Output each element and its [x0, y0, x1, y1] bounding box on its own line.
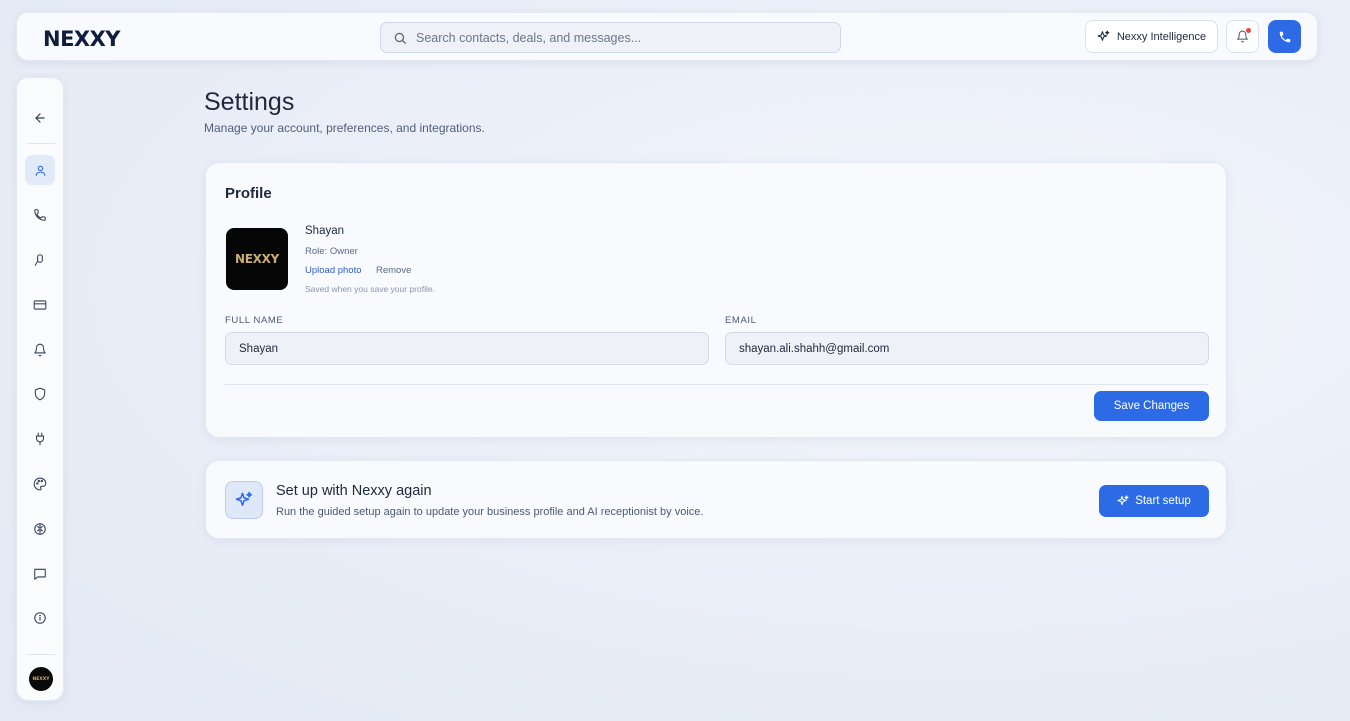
plug-icon [35, 432, 45, 446]
sidebar-item-integrations[interactable] [25, 424, 55, 454]
profile-card: Profile NEXXY Shayan Role: Owner Upload … [205, 162, 1227, 438]
app-logo[interactable]: NEXXY [43, 27, 121, 51]
search-icon [394, 32, 406, 44]
message-icon [34, 568, 46, 580]
shield-icon [34, 387, 46, 401]
profile-role: Role: Owner [305, 246, 358, 257]
profile-section-title: Profile [225, 185, 272, 202]
phone-icon [1279, 31, 1290, 42]
notifications-button[interactable] [1226, 20, 1259, 53]
profile-hint: Saved when you save your profile. [305, 284, 435, 294]
sidebar-item-messages[interactable] [25, 559, 55, 589]
sidebar-item-billing[interactable] [25, 290, 55, 320]
sidebar-item-phone[interactable] [25, 200, 55, 230]
sidebar-item-profile[interactable] [25, 155, 55, 185]
nexxy-intelligence-button[interactable]: Nexxy Intelligence [1085, 20, 1218, 53]
card-divider [225, 384, 1209, 385]
nexxy-intelligence-label: Nexxy Intelligence [1116, 30, 1207, 43]
sidebar-item-appearance[interactable] [25, 469, 55, 499]
bell-icon [34, 343, 46, 357]
profile-name: Shayan [305, 225, 345, 237]
search-input[interactable] [416, 30, 816, 45]
top-bar: NEXXY Nexxy Intelligence [16, 12, 1318, 61]
setup-card: Set up with Nexxy again Run the guided s… [205, 460, 1227, 539]
sidebar-item-voice[interactable] [25, 245, 55, 275]
sparkles-icon [235, 491, 253, 506]
sparkles-icon [1117, 495, 1129, 506]
email-label: EMAIL [725, 315, 757, 326]
call-button[interactable] [1268, 20, 1301, 53]
setup-title: Set up with Nexxy again [276, 483, 432, 499]
full-name-label: FULL NAME [225, 315, 284, 326]
setup-description: Run the guided setup again to update you… [276, 506, 704, 518]
credit-card-icon [33, 300, 47, 310]
remove-photo-link[interactable]: Remove [376, 265, 411, 276]
user-avatar[interactable]: NEXXY [29, 667, 53, 691]
phone-icon [34, 209, 46, 221]
start-setup-button[interactable]: Start setup [1099, 485, 1209, 517]
arrow-left-icon [35, 113, 45, 123]
search-box[interactable] [380, 22, 841, 53]
upload-photo-link[interactable]: Upload photo [305, 265, 362, 276]
page-subtitle: Manage your account, preferences, and in… [204, 121, 485, 135]
sidebar-item-security[interactable] [25, 379, 55, 409]
setup-icon-tile [225, 481, 263, 519]
email-field[interactable] [725, 332, 1209, 365]
full-name-field[interactable] [225, 332, 709, 365]
info-icon [34, 612, 46, 624]
sparkles-icon [1097, 30, 1110, 41]
page-title: Settings [204, 88, 295, 116]
sidebar-item-notifications[interactable] [25, 335, 55, 365]
sidebar-item-about[interactable] [25, 603, 55, 633]
start-setup-label: Start setup [1135, 495, 1191, 507]
sidebar-divider [27, 143, 55, 144]
sidebar-divider [27, 654, 55, 655]
palette-icon [33, 477, 47, 491]
notification-dot [1246, 28, 1251, 33]
user-icon [35, 165, 45, 176]
settings-sidebar: NEXXY [16, 77, 64, 701]
save-changes-button[interactable]: Save Changes [1094, 391, 1209, 421]
sidebar-item-ai[interactable] [25, 514, 55, 544]
brain-icon [34, 523, 46, 535]
profile-avatar: NEXXY [226, 228, 288, 290]
pen-icon [34, 254, 43, 266]
sidebar-item-back[interactable] [25, 103, 55, 133]
